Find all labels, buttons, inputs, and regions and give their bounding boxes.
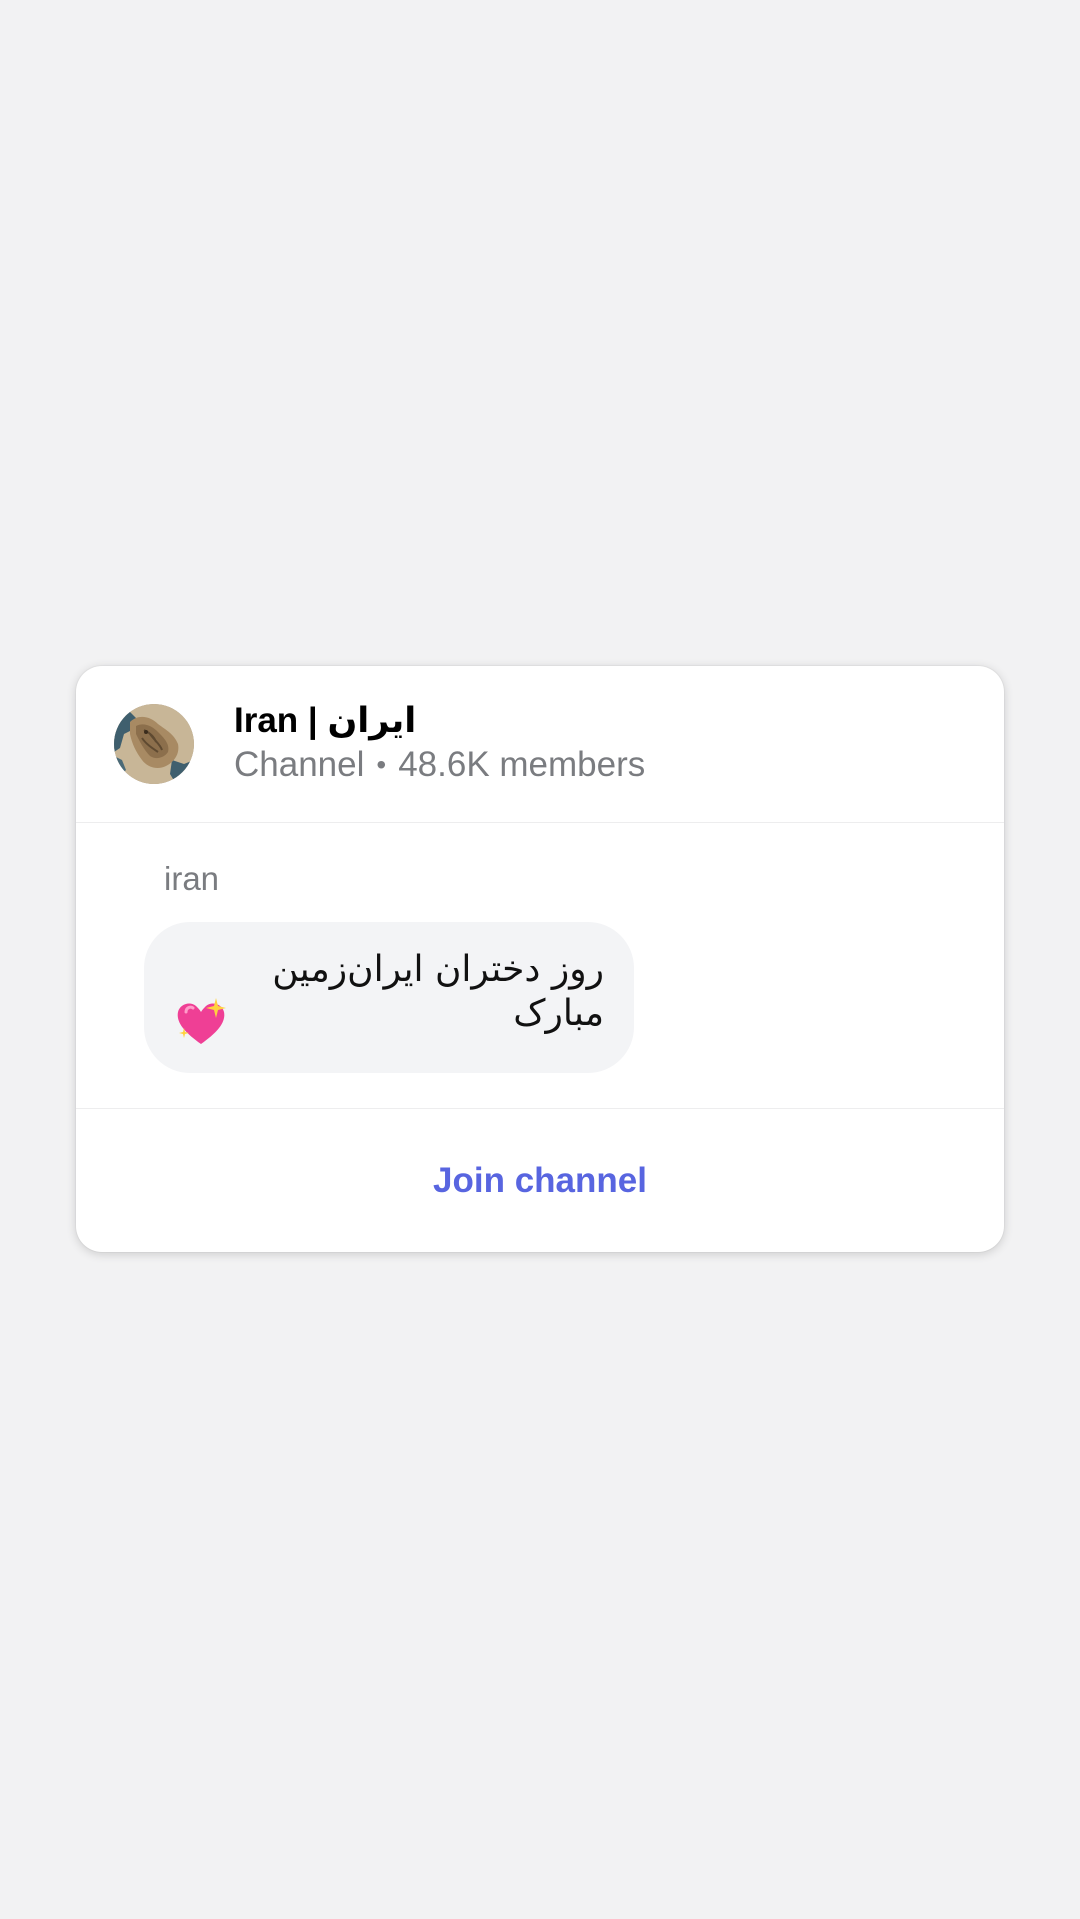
channel-title: Iran | ایران (234, 701, 417, 740)
member-count: 48.6K members (398, 745, 646, 784)
channel-type-label: Channel (234, 745, 365, 784)
channel-header[interactable]: Iran | ایران Channel • 48.6K members (76, 666, 1004, 823)
channel-preview-card: Iran | ایران Channel • 48.6K members iran … (76, 666, 1004, 1252)
channel-meta: Channel • 48.6K members (234, 744, 645, 786)
meta-separator: • (376, 749, 387, 780)
message-author: iran (164, 860, 220, 897)
sparkling-heart-icon (177, 998, 226, 1044)
message-bubble[interactable]: روز دختران ایران‌زمین مبارک (144, 922, 634, 1073)
channel-avatar[interactable] (114, 704, 194, 784)
join-channel-button[interactable]: Join channel (76, 1109, 1004, 1252)
iran-map-lion-avatar-icon (114, 704, 194, 784)
card-footer: Join channel (76, 1108, 1004, 1252)
message-text: روز دختران ایران‌زمین مبارک (272, 949, 604, 1034)
